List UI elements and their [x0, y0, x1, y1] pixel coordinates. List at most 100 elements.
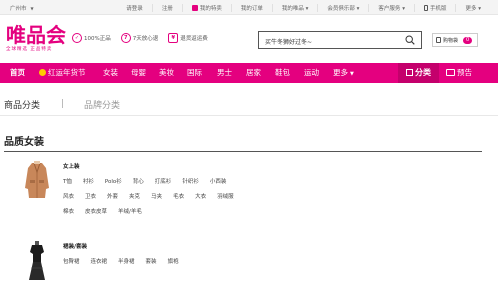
member-club-link[interactable]: 会员俱乐部 ▾	[317, 4, 368, 12]
category-link[interactable]: 半身裙	[118, 257, 135, 265]
badge-refund-label: 退货返运费	[180, 36, 208, 42]
search-box[interactable]: 买牛冬狮好过冬~	[258, 31, 422, 49]
shopping-bag-button[interactable]: 购物袋 0	[432, 33, 478, 47]
category-link[interactable]: 羽绒服	[217, 192, 234, 200]
nav-item-shoes-bags[interactable]: 鞋包	[275, 63, 290, 83]
preview-icon	[446, 69, 455, 76]
category-link[interactable]: 套装	[146, 257, 157, 265]
category-link[interactable]: 马夹	[151, 192, 162, 200]
category-label: 分类	[415, 68, 431, 77]
refund-icon: ¥	[168, 33, 179, 43]
nav-item-home-living[interactable]: 居家	[246, 63, 261, 83]
tops-links-row-2: 风衣 卫衣 外套 夹克 马夹 毛衣 大衣 羽绒服	[63, 192, 245, 200]
search-icon[interactable]	[405, 35, 415, 45]
my-specials-label: 我的特卖	[199, 6, 222, 12]
category-link[interactable]: Polo衫	[105, 177, 122, 185]
tab-brand-category[interactable]: 品牌分类	[84, 98, 120, 111]
chevron-down-icon: ▾	[356, 6, 360, 12]
top-links: 请登录 注册 我的特卖 我的订单 我的唯品 ▾ 会员俱乐部 ▾ 客户服务 ▾ 手…	[117, 4, 490, 12]
service-badges: ✓ 100%正品 7 7天放心退 ¥ 退货返运费	[72, 33, 208, 43]
section-title: 品质女装	[4, 137, 44, 148]
my-vip-label: 我的唯品	[281, 6, 304, 12]
coat-product-image[interactable]	[22, 160, 52, 200]
top-utility-bar: 广州市 ▼ 请登录 注册 我的特卖 我的订单 我的唯品 ▾ 会员俱乐部 ▾ 客户服…	[0, 0, 498, 15]
category-link[interactable]: 旗袍	[168, 257, 179, 265]
badge-authentic: ✓ 100%正品	[72, 33, 111, 43]
login-link[interactable]: 请登录	[117, 4, 152, 12]
location-selector[interactable]: 广州市 ▼	[10, 4, 34, 12]
category-link[interactable]: 打底衫	[155, 177, 172, 185]
tops-links-row-1: T恤 衬衫 Polo衫 背心 打底衫 针织衫 小西装	[63, 177, 237, 185]
category-icon	[406, 69, 413, 76]
category-link[interactable]: 外套	[107, 192, 118, 200]
my-orders-link[interactable]: 我的订单	[230, 4, 272, 12]
dress-product-image[interactable]	[22, 240, 52, 280]
chevron-down-icon: ▾	[478, 6, 481, 12]
category-title-dresses[interactable]: 裙装/套装	[63, 242, 87, 250]
tab-divider	[62, 99, 63, 108]
category-link[interactable]: 卫衣	[85, 192, 96, 200]
nav-item-festival[interactable]: 红运年货节	[39, 63, 86, 83]
category-link[interactable]: 包臀裙	[63, 257, 80, 265]
nav-item-international[interactable]: 国际	[187, 63, 202, 83]
logo-text: 唯品会	[6, 23, 66, 47]
mobile-label: 手机版	[429, 6, 447, 12]
more-label: 更多	[465, 6, 477, 12]
main-nav: 首页 红运年货节 女装 母婴 美妆 国际 男士 居家 鞋包 运动 更多 ▼ 分类 …	[0, 63, 498, 83]
tab-product-category[interactable]: 商品分类	[4, 98, 40, 111]
nav-item-baby[interactable]: 母婴	[131, 63, 146, 83]
category-link[interactable]: 背心	[133, 177, 144, 185]
category-link[interactable]: 连衣裙	[91, 257, 108, 265]
customer-service-link[interactable]: 客户服务 ▾	[368, 4, 414, 12]
badge-return: 7 7天放心退	[120, 33, 158, 43]
nav-item-more[interactable]: 更多 ▼	[333, 63, 354, 83]
preview-label: 预告	[457, 68, 472, 77]
category-link[interactable]: 风衣	[63, 192, 74, 200]
my-vip-link[interactable]: 我的唯品 ▾	[271, 4, 318, 12]
chevron-down-icon: ▼	[350, 71, 354, 77]
seven-day-return-icon: 7	[120, 33, 131, 43]
chevron-down-icon: ▼	[30, 6, 34, 11]
chevron-down-icon: ▾	[305, 6, 309, 12]
cart-count-badge: 0	[463, 36, 473, 44]
nav-item-festival-label: 红运年货节	[48, 68, 86, 77]
tops-links-row-3: 棉衣 皮衣皮草 羊绒/羊毛	[63, 207, 153, 215]
register-link[interactable]: 注册	[151, 4, 182, 12]
vip-icon	[191, 5, 198, 11]
nav-item-women[interactable]: 女装	[103, 63, 118, 83]
preview-button[interactable]: 预告	[446, 63, 472, 83]
category-link[interactable]: T恤	[63, 177, 72, 185]
festival-icon	[39, 69, 46, 76]
nav-item-home[interactable]: 首页	[10, 63, 25, 83]
category-link[interactable]: 小西装	[210, 177, 227, 185]
location-label[interactable]: 广州市	[10, 6, 27, 12]
shopping-bag-icon	[436, 37, 441, 43]
my-specials-link[interactable]: 我的特卖	[181, 4, 231, 12]
shopping-bag-label: 购物袋	[443, 37, 459, 44]
nav-item-beauty[interactable]: 美妆	[159, 63, 174, 83]
badge-refund: ¥ 退货返运费	[168, 33, 208, 43]
member-club-label: 会员俱乐部	[327, 6, 355, 12]
category-link[interactable]: 棉衣	[63, 207, 74, 215]
category-link[interactable]: 衬衫	[83, 177, 94, 185]
mobile-link[interactable]: 手机版	[413, 4, 456, 12]
category-title-tops[interactable]: 女上装	[63, 162, 80, 170]
customer-service-label: 客户服务	[378, 6, 401, 12]
category-link[interactable]: 皮衣皮草	[85, 207, 107, 215]
category-button[interactable]: 分类	[398, 63, 439, 83]
section-divider	[4, 151, 482, 152]
category-link[interactable]: 毛衣	[173, 192, 184, 200]
more-link[interactable]: 更多 ▾	[455, 4, 490, 12]
dresses-links-row-1: 包臀裙 连衣裙 半身裙 套装 旗袍	[63, 257, 190, 265]
nav-item-sports[interactable]: 运动	[304, 63, 319, 83]
category-link[interactable]: 大衣	[195, 192, 206, 200]
category-link[interactable]: 针织衫	[182, 177, 199, 185]
divider	[0, 115, 498, 116]
search-input[interactable]: 买牛冬狮好过冬~	[265, 37, 312, 46]
nav-item-more-label: 更多	[333, 68, 348, 77]
category-link[interactable]: 羊绒/羊毛	[118, 207, 142, 215]
category-link[interactable]: 夹克	[129, 192, 140, 200]
site-logo[interactable]: 唯品会 全球精选 正品特卖	[6, 24, 66, 52]
nav-item-men[interactable]: 男士	[217, 63, 232, 83]
badge-authentic-label: 100%正品	[84, 36, 111, 42]
